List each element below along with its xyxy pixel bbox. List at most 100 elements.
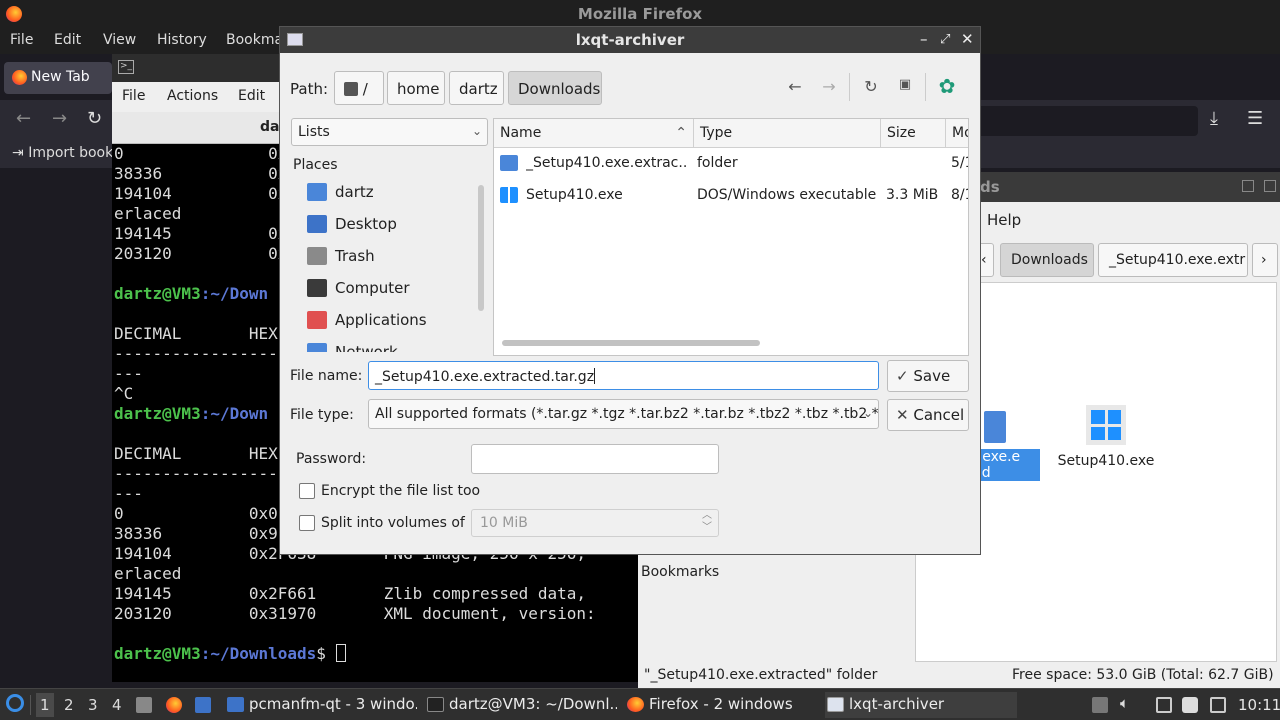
terminal-menu-actions[interactable]: Actions: [167, 88, 218, 104]
workspace-3[interactable]: 3: [88, 696, 98, 714]
save-button[interactable]: ✓ Save: [887, 360, 969, 392]
firefox-menu-edit[interactable]: Edit: [54, 32, 81, 48]
file-name: _Setup410.exe.extrac...: [526, 155, 688, 171]
path-root-button[interactable]: /: [334, 71, 384, 105]
terminal-menu-file[interactable]: File: [122, 88, 145, 104]
screen-icon[interactable]: [1156, 697, 1172, 713]
reload-icon[interactable]: ↻: [87, 108, 102, 129]
encrypt-filelist-label[interactable]: Encrypt the file list too: [321, 483, 480, 499]
reload-icon[interactable]: ↻: [860, 77, 882, 99]
workspace-1[interactable]: 1: [36, 693, 54, 717]
maximize-icon[interactable]: [1242, 180, 1254, 192]
dialog-title: lxqt-archiver: [575, 31, 685, 49]
fm-item-label: Setup410.exe: [1057, 453, 1155, 469]
column-name[interactable]: Name ⌃: [494, 119, 694, 148]
taskbar-window-pcmanfm[interactable]: pcmanfm-qt - 3 windo...: [225, 692, 417, 718]
place-desktop[interactable]: Desktop: [307, 212, 467, 238]
forward-icon[interactable]: →: [818, 77, 840, 99]
place-label: dartz: [335, 183, 374, 201]
hamburger-menu-icon[interactable]: ☰: [1247, 108, 1263, 129]
view-options-icon[interactable]: ✿: [936, 74, 958, 98]
encrypt-filelist-checkbox[interactable]: [299, 483, 315, 499]
filename-input[interactable]: _Setup410.exe.extracted.tar.gz: [368, 361, 879, 390]
forward-icon[interactable]: →: [52, 108, 67, 129]
terminal-line: 194145 0x2F661 Zlib compressed data,: [114, 584, 587, 603]
network-icon[interactable]: [1210, 697, 1226, 713]
fm-item-setup-exe[interactable]: Setup410.exe: [1046, 405, 1166, 469]
crumb-extracted[interactable]: _Setup410.exe.extr: [1098, 243, 1248, 277]
firefox-menu-history[interactable]: History: [157, 32, 207, 48]
place-trash[interactable]: Trash: [307, 244, 467, 270]
minimize-icon[interactable]: –: [920, 30, 928, 48]
taskbar-window-terminal[interactable]: dartz@VM3: ~/Downl...: [425, 692, 617, 718]
file-table-scrollbar[interactable]: [502, 340, 760, 346]
filemanager-launcher-icon[interactable]: [195, 697, 211, 713]
file-row[interactable]: _Setup410.exe.extrac... folder 5/1: [494, 151, 968, 179]
taskbar-window-archiver[interactable]: lxqt-archiver: [825, 692, 1017, 718]
split-size-spinbox[interactable]: 10 MiB ︿ ﹀: [471, 509, 719, 537]
cancel-button[interactable]: ✕ Cancel: [887, 399, 969, 431]
firefox-menu-view[interactable]: View: [103, 32, 136, 48]
new-folder-icon[interactable]: ▣: [894, 77, 916, 99]
firefox-tab-new[interactable]: New Tab: [4, 62, 112, 94]
terminal-icon: >_: [118, 60, 134, 74]
folder-icon: [500, 155, 518, 171]
back-icon[interactable]: ←: [16, 108, 31, 129]
column-size[interactable]: Size: [881, 119, 946, 148]
side-pane-mode-value: Lists: [298, 124, 330, 140]
show-desktop-icon[interactable]: [136, 697, 152, 713]
firefox-tab-label: New Tab: [31, 69, 90, 85]
filemanager-menu-help[interactable]: Help: [987, 211, 1021, 229]
column-modified[interactable]: Mo: [946, 119, 968, 148]
start-menu-icon[interactable]: [6, 694, 26, 718]
clock[interactable]: 10:11: [1238, 696, 1280, 720]
filetype-select[interactable]: All supported formats (*.tar.gz *.tgz *.…: [368, 399, 879, 429]
split-volumes-checkbox[interactable]: [299, 515, 315, 531]
password-input[interactable]: [471, 444, 719, 474]
places-scrollbar[interactable]: [478, 185, 484, 311]
place-dartz[interactable]: dartz: [307, 180, 467, 206]
eject-icon[interactable]: [1092, 697, 1108, 713]
path-crumb-downloads[interactable]: Downloads: [508, 71, 602, 105]
place-applications[interactable]: Applications: [307, 308, 467, 334]
clipboard-icon[interactable]: [1182, 697, 1198, 713]
firefox-urlbar[interactable]: [960, 106, 1198, 136]
firefox-launcher-icon[interactable]: [166, 697, 182, 713]
filename-label: File name:: [290, 368, 363, 384]
workspace-4[interactable]: 4: [112, 696, 122, 714]
place-computer[interactable]: Computer: [307, 276, 467, 302]
archiver-icon: [827, 697, 844, 712]
firefox-menu-bookmarks[interactable]: Bookma: [226, 32, 283, 48]
side-pane-mode-select[interactable]: Lists ⌄: [291, 118, 488, 146]
close-icon[interactable]: ✕: [961, 30, 974, 48]
applications-icon: [307, 311, 327, 329]
path-root-label: /: [362, 80, 368, 98]
place-label: Applications: [335, 311, 427, 329]
taskbar-window-firefox[interactable]: Firefox - 2 windows: [625, 692, 817, 718]
column-type[interactable]: Type: [694, 119, 881, 148]
crumb-scroll-right-icon[interactable]: ›: [1252, 243, 1278, 277]
file-row[interactable]: Setup410.exe DOS/Windows executable 3.3 Mi…: [494, 183, 968, 211]
path-crumb-dartz[interactable]: dartz: [449, 71, 504, 105]
workspace-2[interactable]: 2: [64, 696, 74, 714]
place-network[interactable]: Network: [307, 340, 467, 352]
column-name-label: Name: [500, 125, 542, 141]
trash-icon: [307, 247, 327, 265]
close-icon[interactable]: [1264, 180, 1276, 192]
bookmarks-label[interactable]: Bookmarks: [641, 564, 719, 580]
import-bookmarks-link[interactable]: ⇥ Import book: [12, 145, 113, 161]
cancel-x-icon: ✕: [896, 406, 909, 424]
maximize-icon[interactable]: ⤢: [940, 32, 950, 47]
file-modified: 8/1: [951, 187, 968, 203]
firefox-menu-file[interactable]: File: [10, 32, 33, 48]
places-header: Places: [293, 157, 338, 173]
download-icon[interactable]: ⤓: [1210, 108, 1218, 129]
firefox-title: Mozilla Firefox: [577, 5, 703, 23]
split-volumes-label[interactable]: Split into volumes of: [321, 515, 465, 531]
terminal-menu-edit[interactable]: Edit: [238, 88, 265, 104]
back-icon[interactable]: ←: [784, 77, 806, 99]
path-crumb-home[interactable]: home: [387, 71, 445, 105]
volume-icon[interactable]: 🔈︎: [1120, 694, 1136, 712]
spin-arrows-icon[interactable]: ︿ ﹀: [702, 510, 712, 534]
crumb-downloads[interactable]: Downloads: [1000, 243, 1094, 277]
